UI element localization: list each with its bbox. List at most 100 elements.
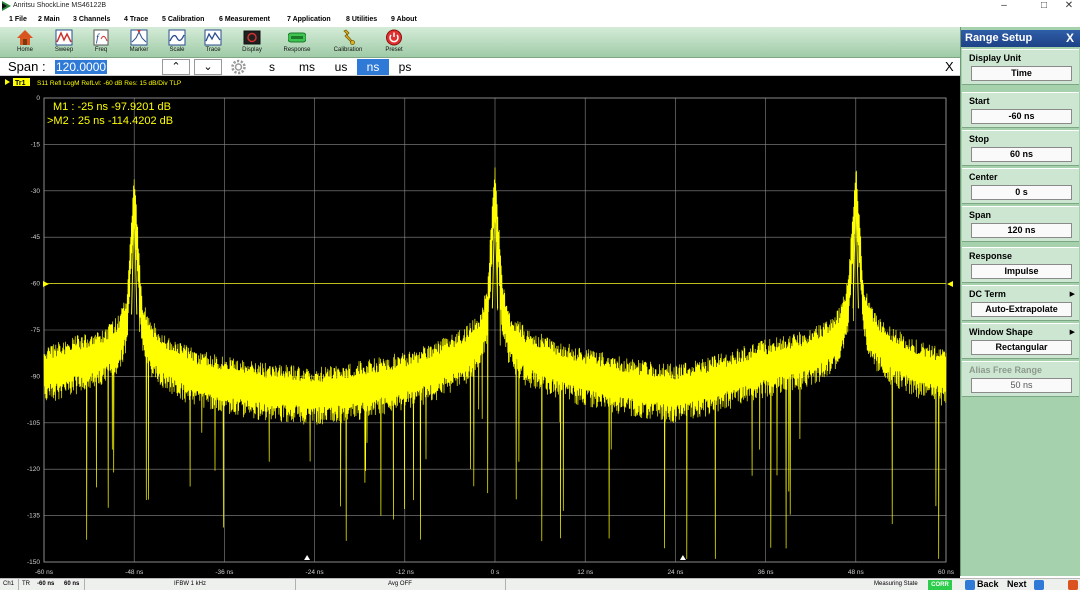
y-tick-label: -45 [31, 234, 41, 241]
x-tick-label: -60 ns [35, 569, 54, 576]
status-channel[interactable]: Ch1 [3, 581, 14, 587]
menu-file[interactable]: 1 File [9, 16, 27, 23]
marker-triangle-icon[interactable] [679, 555, 686, 560]
response-value[interactable]: Impulse [971, 264, 1072, 279]
display-icon [243, 30, 261, 45]
y-tick-label: -90 [31, 373, 41, 380]
panel-title: Range Setup [965, 32, 1033, 44]
x-tick-label: 12 ns [577, 569, 594, 576]
trace-button[interactable]: Trace [194, 28, 232, 57]
close-window-button[interactable]: ✕ [1054, 0, 1080, 12]
span-item[interactable]: Span 120 ns [962, 206, 1079, 242]
menu-trace[interactable]: 4 Trace [124, 16, 148, 23]
marker-button[interactable]: Marker [120, 28, 158, 57]
ref-level-right-icon [947, 281, 953, 287]
x-tick-label: -12 ns [396, 569, 415, 576]
marker-icon [130, 29, 148, 46]
unit-ns-button[interactable]: ns [357, 59, 389, 75]
minimize-button[interactable]: – [989, 0, 1019, 12]
span-up-button[interactable]: ⌃ [162, 59, 190, 75]
preset-button[interactable]: Preset [375, 28, 413, 57]
start-item[interactable]: Start -60 ns [962, 92, 1079, 128]
unit-s-button[interactable]: s [256, 59, 288, 75]
trace-tag: Tr1 [15, 80, 26, 87]
back-arrow-icon[interactable] [965, 580, 975, 590]
span-close-button[interactable]: X [945, 59, 954, 74]
window-title: Anritsu ShockLine MS46122B [13, 2, 106, 9]
y-tick-label: -75 [31, 327, 41, 334]
toolbar: Home Sweep f Freq Marker Scale Trace Dis… [0, 27, 960, 58]
menu-measurement[interactable]: 6 Measurement [219, 16, 270, 23]
ref-level-left-icon [43, 281, 49, 287]
calibration-icon [343, 29, 355, 45]
response-item[interactable]: Response Impulse [962, 247, 1079, 283]
scale-button[interactable]: Scale [158, 28, 196, 57]
menu-utilities[interactable]: 8 Utilities [346, 16, 377, 23]
menu-about[interactable]: 9 About [391, 16, 417, 23]
unit-us-button[interactable]: us [325, 59, 357, 75]
span-label: Span : [8, 59, 46, 74]
y-tick-label: -30 [31, 188, 41, 195]
menu-main[interactable]: 2 Main [38, 16, 60, 23]
dc-term-item[interactable]: DC Term ▶ Auto-Extrapolate [962, 285, 1079, 321]
unit-ms-button[interactable]: ms [291, 59, 323, 75]
marker-readout-m1: M1 : -25 ns -97.9201 dB [53, 101, 171, 113]
center-item[interactable]: Center 0 s [962, 168, 1079, 204]
app-logo-icon [2, 1, 11, 11]
panel-close-button[interactable]: X [1066, 31, 1074, 45]
home-button[interactable]: Home [6, 28, 44, 57]
keypad-gear-icon[interactable] [230, 59, 247, 75]
dc-term-value[interactable]: Auto-Extrapolate [971, 302, 1072, 317]
status-ifbw: IFBW 1 kHz [174, 581, 207, 587]
home-shortcut-icon[interactable] [1068, 580, 1078, 590]
x-tick-label: 36 ns [758, 569, 775, 576]
calibration-button[interactable]: Calibration [329, 28, 367, 57]
window-shape-item[interactable]: Window Shape ▶ Rectangular [962, 323, 1079, 359]
stop-value[interactable]: 60 ns [971, 147, 1072, 162]
freq-button[interactable]: f Freq [82, 28, 120, 57]
sweep-icon [55, 29, 73, 46]
status-start: -60 ns [37, 581, 55, 587]
menu-bar: 1 File 2 Main 3 Channels 4 Trace 5 Calib… [0, 13, 960, 27]
menu-calibration[interactable]: 5 Calibration [162, 16, 204, 23]
home-icon [17, 30, 33, 45]
response-icon [288, 32, 306, 43]
x-tick-label: 60 ns [938, 569, 955, 576]
start-value[interactable]: -60 ns [971, 109, 1072, 124]
x-tick-label: -36 ns [215, 569, 234, 576]
response-button[interactable]: Response [278, 28, 316, 57]
marker-triangle-icon[interactable] [304, 555, 311, 560]
y-tick-label: -15 [31, 141, 41, 148]
display-unit-item[interactable]: Display Unit Time [962, 49, 1079, 85]
next-arrow-icon[interactable] [1034, 580, 1044, 590]
x-tick-label: 48 ns [848, 569, 865, 576]
menu-channels[interactable]: 3 Channels [73, 16, 110, 23]
display-button[interactable]: Display [233, 28, 271, 57]
span-input[interactable]: 120.0000 [55, 60, 108, 74]
y-tick-label: -60 [31, 281, 41, 288]
status-corr-badge: CORR [928, 580, 952, 590]
stop-item[interactable]: Stop 60 ns [962, 130, 1079, 166]
next-button[interactable]: Next [1007, 579, 1027, 589]
status-measuring-state: Measuring State [874, 581, 918, 587]
span-value[interactable]: 120 ns [971, 223, 1072, 238]
trace-plot[interactable]: Tr1 S11 Refl LogM RefLvl: -60 dB Res: 15… [0, 76, 960, 578]
y-tick-label: -120 [27, 466, 40, 473]
status-trace[interactable]: TR [22, 581, 30, 587]
sweep-button[interactable]: Sweep [45, 28, 83, 57]
preset-icon [386, 29, 402, 46]
display-unit-value[interactable]: Time [971, 66, 1072, 81]
trace-header: S11 Refl LogM RefLvl: -60 dB Res: 15 dB/… [37, 80, 181, 87]
center-value[interactable]: 0 s [971, 185, 1072, 200]
status-bar: Ch1 TR -60 ns 60 ns IFBW 1 kHz Avg OFF M… [0, 578, 1080, 590]
window-shape-submenu-icon: ▶ [1069, 329, 1075, 336]
y-tick-label: 0 [36, 95, 40, 102]
window-shape-value[interactable]: Rectangular [971, 340, 1072, 355]
panel-header: Range Setup X [961, 30, 1080, 47]
back-button[interactable]: Back [977, 579, 999, 589]
unit-ps-button[interactable]: ps [389, 59, 421, 75]
span-down-button[interactable]: ⌄ [194, 59, 222, 75]
x-tick-label: 0 s [491, 569, 500, 576]
menu-application[interactable]: 7 Application [287, 16, 331, 23]
range-setup-panel: Range Setup X Display Unit Time Start -6… [960, 27, 1080, 576]
